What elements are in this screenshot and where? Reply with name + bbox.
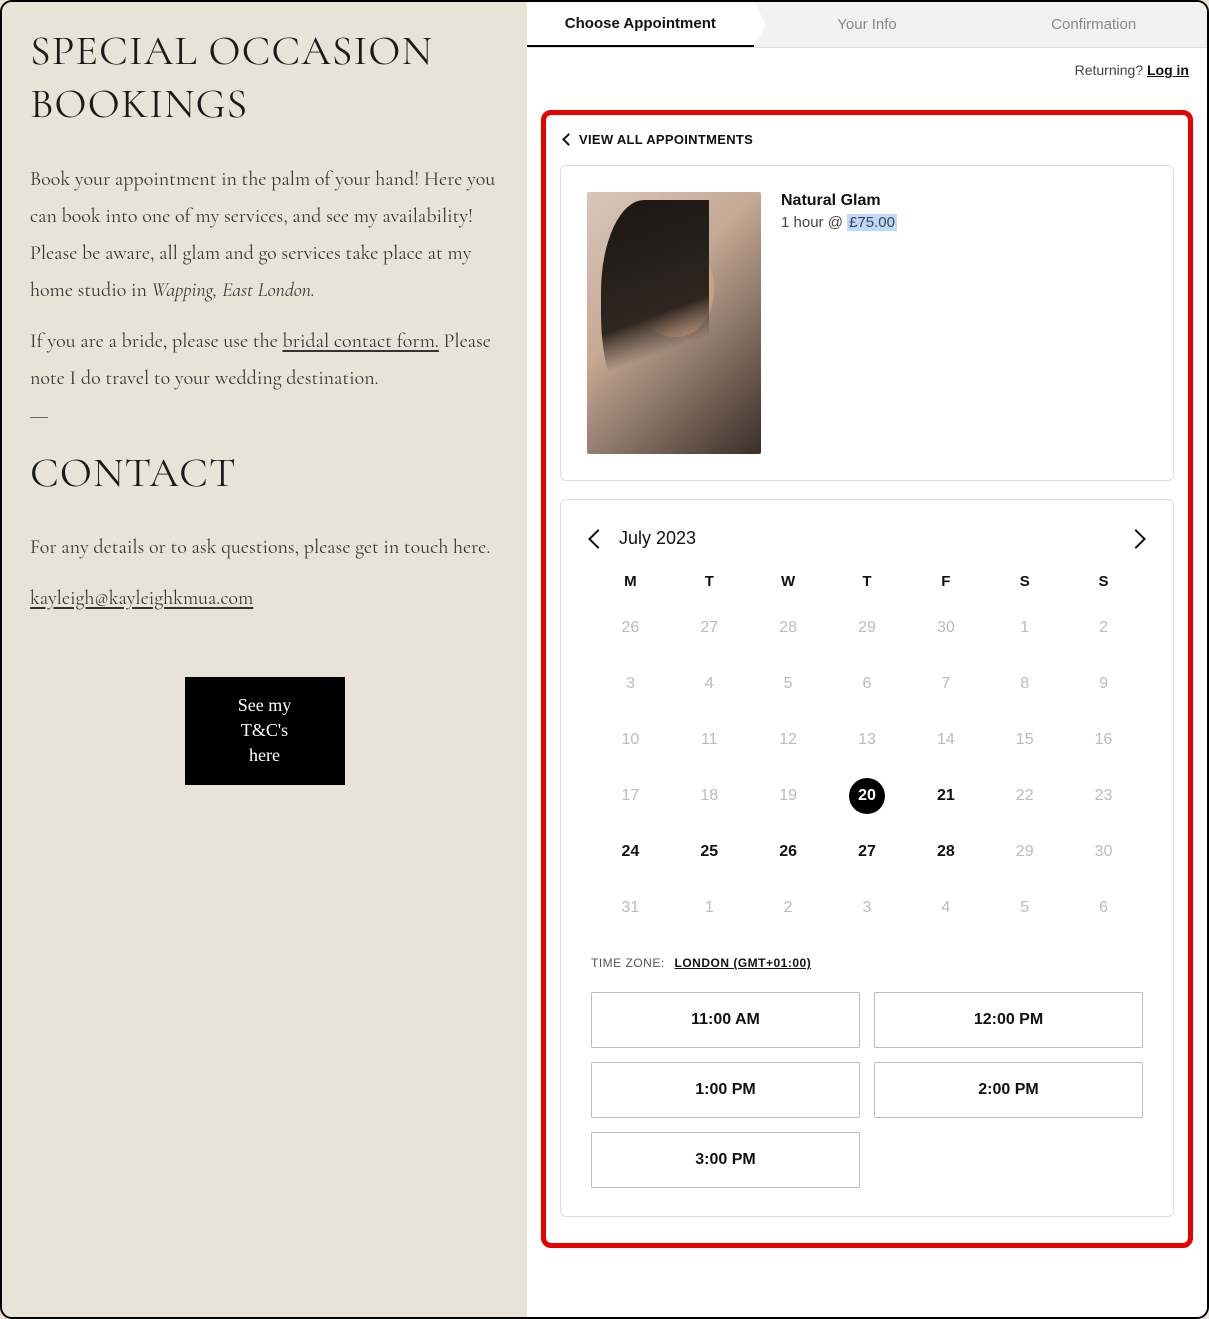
calendar-dow: T: [828, 573, 907, 590]
calendar-day: 7: [928, 666, 964, 702]
page-title: SPECIAL OCCASION BOOKINGS: [30, 26, 499, 131]
calendar-day: 30: [928, 610, 964, 646]
calendar-day[interactable]: 26: [770, 834, 806, 870]
calendar-dow: S: [1064, 573, 1143, 590]
divider: [30, 417, 48, 418]
time-slot[interactable]: 2:00 PM: [874, 1062, 1143, 1118]
info-panel: SPECIAL OCCASION BOOKINGS Book your appo…: [2, 2, 527, 1317]
calendar-day: 5: [770, 666, 806, 702]
service-card: Natural Glam 1 hour @ £75.00: [560, 165, 1174, 481]
time-slots: 11:00 AM12:00 PM1:00 PM2:00 PM3:00 PM: [591, 992, 1143, 1188]
bridal-contact-link[interactable]: bridal contact form.: [282, 329, 438, 353]
contact-email-link[interactable]: kayleigh@kayleighkmua.com: [30, 586, 253, 610]
calendar-day: 29: [849, 610, 885, 646]
calendar-day[interactable]: 24: [612, 834, 648, 870]
calendar-day: 28: [770, 610, 806, 646]
calendar-day: 8: [1007, 666, 1043, 702]
calendar-dow: T: [670, 573, 749, 590]
service-meta: 1 hour @ £75.00: [781, 214, 1147, 231]
view-all-appointments-link[interactable]: VIEW ALL APPOINTMENTS: [564, 132, 753, 147]
calendar-day: 14: [928, 722, 964, 758]
calendar-day: 2: [770, 890, 806, 926]
calendar-day: 2: [1086, 610, 1122, 646]
next-month-button[interactable]: [1126, 529, 1146, 549]
step-confirmation: Confirmation: [980, 2, 1207, 47]
calendar-dow: M: [591, 573, 670, 590]
calendar-day: 16: [1086, 722, 1122, 758]
time-slot[interactable]: 12:00 PM: [874, 992, 1143, 1048]
calendar-day: 6: [1086, 890, 1122, 926]
calendar-day[interactable]: 28: [928, 834, 964, 870]
calendar-day: 3: [612, 666, 648, 702]
calendar-day: 22: [1007, 778, 1043, 814]
calendar-grid: MTWTFSS262728293012345678910111213141516…: [591, 573, 1143, 926]
calendar-day: 6: [849, 666, 885, 702]
calendar-day: 23: [1086, 778, 1122, 814]
calendar-day: 13: [849, 722, 885, 758]
calendar-day: 26: [612, 610, 648, 646]
contact-heading: CONTACT: [30, 448, 499, 499]
login-link[interactable]: Log in: [1147, 62, 1189, 78]
calendar-day: 1: [1007, 610, 1043, 646]
calendar-day[interactable]: 27: [849, 834, 885, 870]
prev-month-button[interactable]: [588, 529, 608, 549]
calendar-day: 18: [691, 778, 727, 814]
contact-body: For any details or to ask questions, ple…: [30, 529, 499, 566]
chevron-left-icon: [562, 133, 575, 146]
highlight-box: VIEW ALL APPOINTMENTS Natural Glam 1 hou…: [541, 110, 1193, 1248]
calendar-day: 15: [1007, 722, 1043, 758]
intro-paragraph: Book your appointment in the palm of you…: [30, 161, 499, 309]
service-photo: [587, 192, 761, 454]
time-slot[interactable]: 11:00 AM: [591, 992, 860, 1048]
calendar-card: July 2023 MTWTFSS26272829301234567891011…: [560, 499, 1174, 1217]
calendar-day[interactable]: 21: [928, 778, 964, 814]
calendar-day: 19: [770, 778, 806, 814]
service-price: £75.00: [847, 214, 897, 231]
service-name: Natural Glam: [781, 192, 1147, 210]
calendar-day[interactable]: 20: [849, 778, 885, 814]
calendar-day: 4: [928, 890, 964, 926]
calendar-day: 11: [691, 722, 727, 758]
returning-row: Returning? Log in: [527, 48, 1207, 92]
booking-widget: Choose Appointment Your Info Confirmatio…: [527, 2, 1207, 1317]
stepper: Choose Appointment Your Info Confirmatio…: [527, 2, 1207, 48]
step-your-info: Your Info: [754, 2, 981, 47]
calendar-day: 12: [770, 722, 806, 758]
terms-button[interactable]: See my T&C's here: [185, 677, 345, 785]
calendar-day: 9: [1086, 666, 1122, 702]
calendar-day: 29: [1007, 834, 1043, 870]
calendar-day: 5: [1007, 890, 1043, 926]
time-slot[interactable]: 3:00 PM: [591, 1132, 860, 1188]
calendar-day: 27: [691, 610, 727, 646]
calendar-day: 3: [849, 890, 885, 926]
time-slot[interactable]: 1:00 PM: [591, 1062, 860, 1118]
bride-paragraph: If you are a bride, please use the brida…: [30, 323, 499, 397]
calendar-day: 1: [691, 890, 727, 926]
timezone-select[interactable]: LONDON (GMT+01:00): [675, 956, 812, 970]
calendar-day[interactable]: 25: [691, 834, 727, 870]
timezone-row: TIME ZONE: LONDON (GMT+01:00): [591, 956, 1143, 970]
calendar-dow: W: [749, 573, 828, 590]
month-label: July 2023: [619, 528, 696, 549]
calendar-day: 30: [1086, 834, 1122, 870]
calendar-day: 4: [691, 666, 727, 702]
calendar-day: 17: [612, 778, 648, 814]
calendar-day: 31: [612, 890, 648, 926]
calendar-dow: F: [906, 573, 985, 590]
calendar-day: 10: [612, 722, 648, 758]
calendar-dow: S: [985, 573, 1064, 590]
step-choose-appointment[interactable]: Choose Appointment: [527, 2, 754, 47]
